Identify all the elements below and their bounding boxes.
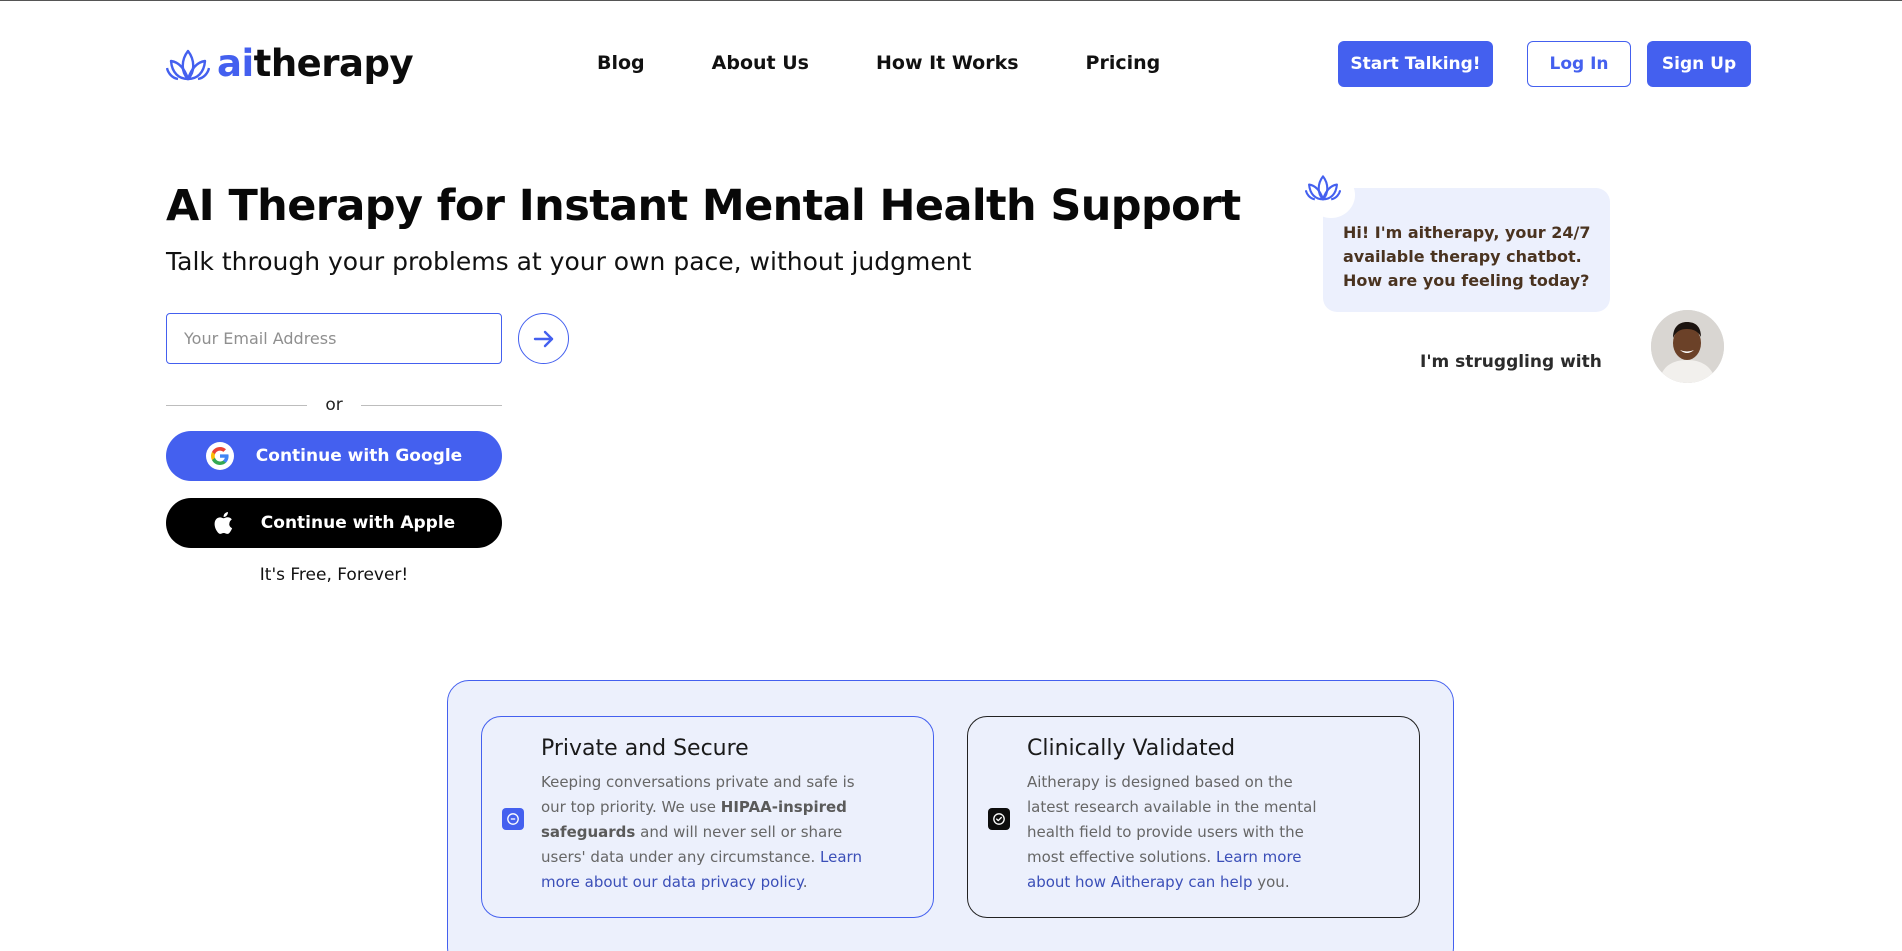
top-border <box>0 0 1902 1</box>
email-submit-button[interactable] <box>518 313 569 364</box>
shield-icon <box>502 808 524 830</box>
free-note: It's Free, Forever! <box>259 565 409 585</box>
google-button-label: Continue with Google <box>255 446 463 466</box>
lotus-icon <box>166 49 210 81</box>
user-message: I'm struggling with <box>1420 352 1602 372</box>
bot-message-bubble: Hi! I'm aitherapy, your 24/7 available t… <box>1323 188 1610 312</box>
continue-with-apple-button[interactable]: Continue with Apple <box>166 498 502 548</box>
feature-description: Keeping conversations private and safe i… <box>541 773 862 891</box>
lotus-icon <box>1305 175 1341 201</box>
or-label: or <box>325 395 343 415</box>
nav-blog[interactable]: Blog <box>597 50 645 76</box>
nav-how-it-works[interactable]: How It Works <box>876 50 1019 76</box>
feature-card-clinically-validated: Clinically Validated Aitherapy is design… <box>967 716 1420 918</box>
logo-text: aitherapy <box>217 42 414 85</box>
main-nav: Blog About Us How It Works Pricing <box>597 50 1160 76</box>
arrow-right-icon <box>533 330 553 347</box>
divider-line-right <box>360 404 503 406</box>
feature-card-private-secure: Private and Secure Keeping conversations… <box>481 716 934 918</box>
start-talking-button[interactable]: Start Talking! <box>1338 41 1493 87</box>
or-divider: or <box>166 395 503 415</box>
hero-subtitle: Talk through your problems at your own p… <box>166 247 972 276</box>
apple-icon <box>214 512 232 534</box>
email-input[interactable] <box>166 313 502 364</box>
signup-button[interactable]: Sign Up <box>1647 41 1751 87</box>
google-icon <box>205 442 234 470</box>
hero-title: AI Therapy for Instant Mental Health Sup… <box>166 181 1241 231</box>
nav-pricing[interactable]: Pricing <box>1086 50 1161 76</box>
continue-with-google-button[interactable]: Continue with Google <box>166 431 502 481</box>
apple-button-label: Continue with Apple <box>260 513 456 533</box>
login-button[interactable]: Log In <box>1527 41 1631 87</box>
features-panel: Private and Secure Keeping conversations… <box>447 680 1454 951</box>
feature-description: Aitherapy is designed based on the lates… <box>1027 773 1317 891</box>
avatar <box>1651 310 1724 383</box>
bot-message: Hi! I'm aitherapy, your 24/7 available t… <box>1343 223 1591 290</box>
divider-line-left <box>166 404 308 406</box>
nav-about-us[interactable]: About Us <box>712 50 809 76</box>
feature-title: Clinically Validated <box>1027 736 1236 761</box>
feature-title: Private and Secure <box>541 736 749 761</box>
check-badge-icon <box>988 808 1010 830</box>
logo[interactable]: aitherapy <box>166 42 414 85</box>
